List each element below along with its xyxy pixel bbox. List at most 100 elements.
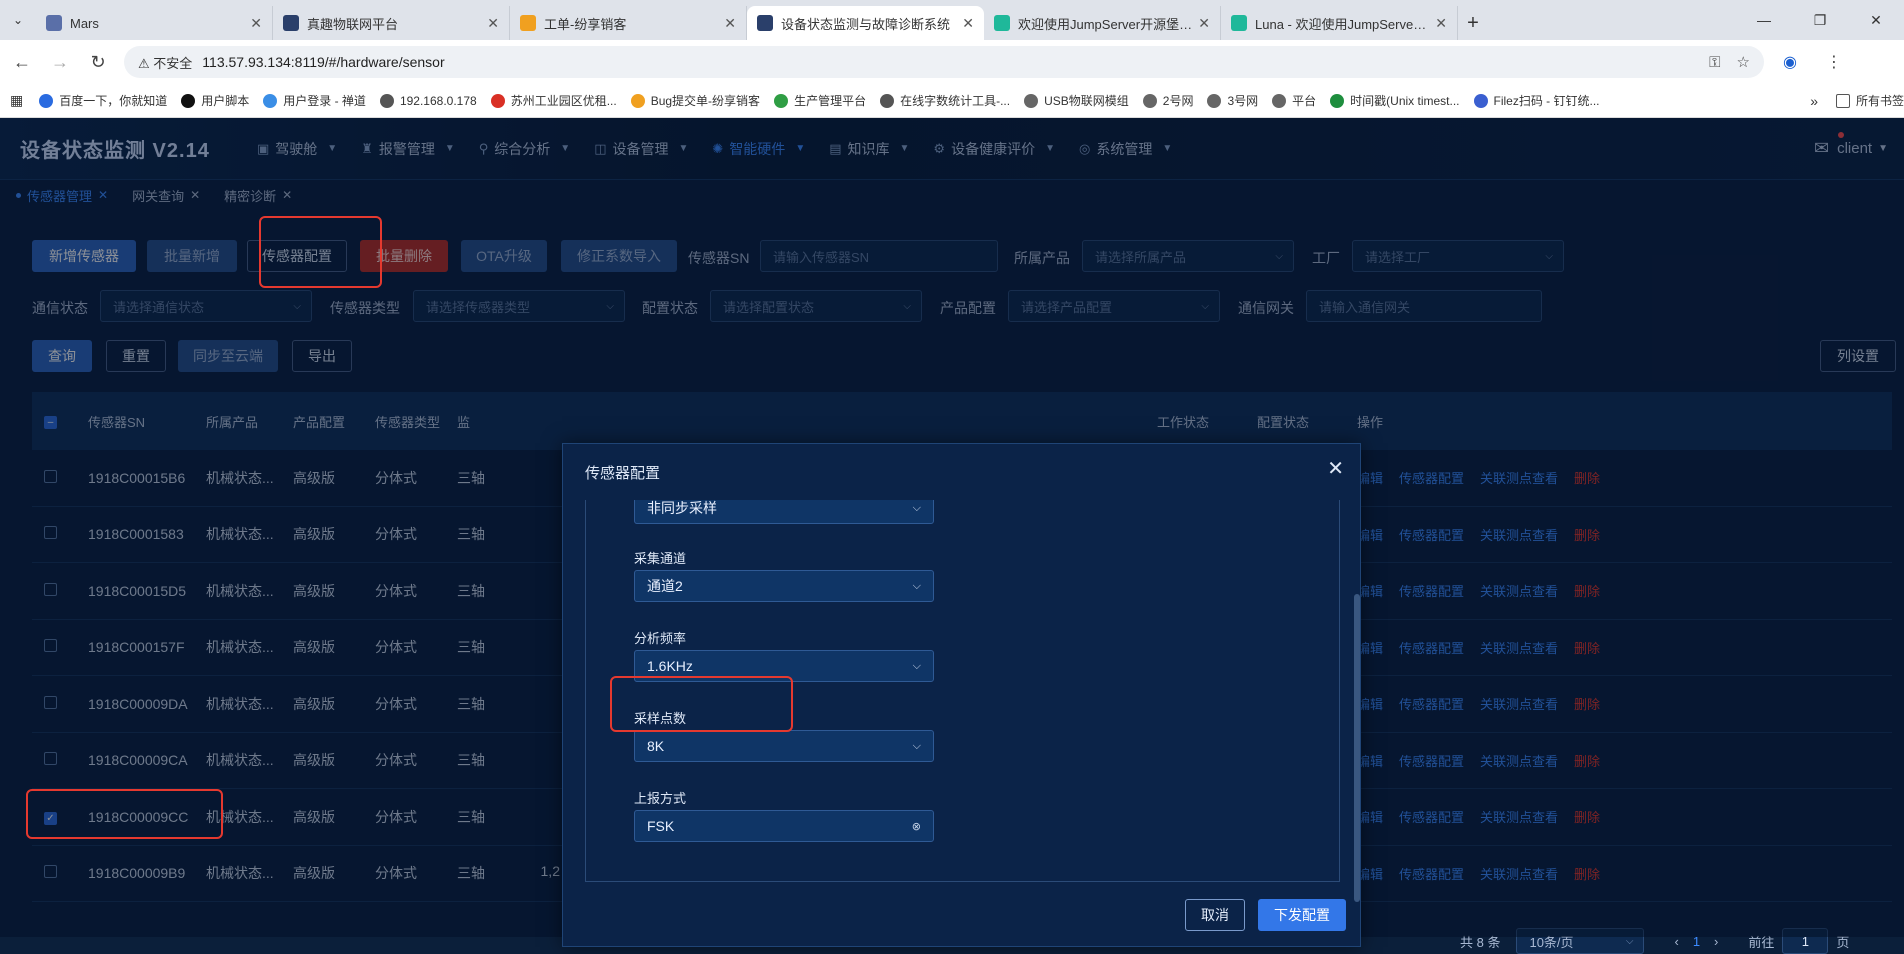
browser-tab[interactable]: 设备状态监测与故障诊断系统 ✕: [747, 6, 984, 40]
app-root: 设备状态监测 V2.14 ▣ 驾驶舱 ▼ ♜ 报警管理 ▼ ⚲ 综合分析 ▼ ◫ 设备管理 ▼ ✺ 智能硬…: [0, 118, 1904, 954]
bookmark-item[interactable]: 苏州工业园区优租...: [490, 92, 617, 109]
submit-config-button[interactable]: 下发配置: [1258, 899, 1346, 931]
password-key-icon[interactable]: ⚿: [1709, 54, 1720, 71]
field-value: 8K: [647, 738, 665, 754]
bookmark-label: 平台: [1292, 94, 1317, 108]
bookmarks-more[interactable]: »: [1810, 93, 1818, 109]
bookmark-favicon-icon: [1330, 93, 1345, 108]
field-value: 1.6KHz: [647, 658, 693, 674]
tab-favicon-icon: [1231, 15, 1247, 31]
dialog-title: 传感器配置: [585, 465, 661, 482]
field-select[interactable]: 通道2 ⌵: [634, 570, 934, 602]
new-tab-button[interactable]: +: [1458, 6, 1488, 40]
tab-title: 设备状态监测与故障诊断系统: [781, 16, 951, 32]
browser-tab-strip: ⌄ Mars ✕ 真趣物联网平台 ✕ 工单-纷享销客 ✕ 设备状态监测与故障诊断系统 ✕ 欢迎使…: [0, 0, 1904, 40]
tab-close-icon[interactable]: ✕: [724, 15, 736, 32]
close-icon[interactable]: ✕: [1327, 456, 1344, 481]
browser-tab[interactable]: Luna - 欢迎使用JumpServer开源 ✕: [1221, 6, 1458, 40]
url-text[interactable]: 113.57.93.134:8119/#/hardware/sensor: [202, 54, 1693, 70]
tab-favicon-icon: [283, 15, 299, 31]
bookmark-item[interactable]: 2号网: [1142, 92, 1194, 109]
bookmark-favicon-icon: [263, 93, 278, 108]
apps-grid-icon[interactable]: ▦: [10, 92, 23, 109]
field-label: 分析频率: [634, 631, 687, 646]
all-bookmarks[interactable]: 所有书签: [1835, 92, 1904, 109]
bookmark-item[interactable]: 在线字数统计工具-...: [880, 92, 1010, 109]
bookmark-label: 时间戳(Unix timest...: [1350, 94, 1460, 108]
reload-icon[interactable]: ↻: [82, 46, 114, 78]
bookmark-item[interactable]: Bug提交单-纷享销客: [630, 92, 761, 109]
browser-tab[interactable]: 欢迎使用JumpServer开源堡垒机 ✕: [984, 6, 1221, 40]
bookmark-star-icon[interactable]: ☆: [1737, 53, 1750, 71]
bookmark-label: 百度一下，你就知道: [59, 94, 168, 108]
bookmark-label: 2号网: [1162, 94, 1194, 108]
field-select[interactable]: 8K ⌵: [634, 730, 934, 762]
tab-favicon-icon: [46, 15, 62, 31]
field-select[interactable]: FSK ⊗: [634, 810, 934, 842]
back-icon[interactable]: ←: [6, 46, 38, 78]
window-controls: — ❐ ✕: [1736, 0, 1904, 40]
bookmark-favicon-icon: [1024, 93, 1039, 108]
field-value: 通道2: [647, 578, 683, 594]
field-label: 采集通道: [634, 551, 687, 566]
bookmark-item[interactable]: 百度一下，你就知道: [39, 92, 167, 109]
close-window-icon[interactable]: ✕: [1848, 0, 1904, 40]
bookmark-favicon-icon: [39, 93, 54, 108]
cancel-button[interactable]: 取消: [1185, 899, 1245, 931]
bookmark-item[interactable]: 时间戳(Unix timest...: [1330, 92, 1460, 109]
minimize-icon[interactable]: —: [1736, 0, 1792, 40]
bookmark-label: 在线字数统计工具-...: [900, 94, 1011, 108]
chevron-down-icon: ⌵: [912, 579, 921, 592]
tab-title: 欢迎使用JumpServer开源堡垒机: [1018, 16, 1193, 32]
field-value: FSK: [647, 818, 675, 834]
bookmark-label: 192.168.0.178: [399, 93, 477, 108]
forward-icon[interactable]: →: [44, 46, 76, 78]
profile-icon[interactable]: ◉: [1772, 52, 1808, 72]
tab-close-icon[interactable]: ✕: [250, 15, 262, 32]
bookmark-favicon-icon: [379, 93, 394, 108]
bookmark-item[interactable]: Filez扫码 - 钉钉统...: [1473, 92, 1600, 109]
tab-favicon-icon: [757, 15, 773, 31]
tab-title: 工单-纷享销客: [544, 16, 627, 32]
tab-close-icon[interactable]: ✕: [1435, 15, 1447, 32]
bookmark-item[interactable]: 生产管理平台: [774, 92, 866, 109]
bookmark-item[interactable]: 用户登录 - 禅道: [263, 92, 366, 109]
browser-tab[interactable]: Mars ✕: [36, 6, 273, 40]
bookmark-label: 用户登录 - 禅道: [283, 94, 366, 108]
tab-close-icon[interactable]: ✕: [1198, 15, 1210, 32]
bookmark-favicon-icon: [490, 93, 505, 108]
tab-close-icon[interactable]: ✕: [962, 15, 974, 32]
tab-search-chevron-icon[interactable]: ⌄: [0, 0, 36, 40]
bookmark-item[interactable]: 用户脚本: [181, 92, 249, 109]
bookmark-item[interactable]: 3号网: [1207, 92, 1258, 109]
tab-title: Mars: [70, 15, 99, 31]
bookmark-favicon-icon: [181, 93, 196, 108]
tab-close-icon[interactable]: ✕: [487, 15, 499, 32]
bookmark-item[interactable]: 平台: [1272, 92, 1316, 109]
bookmark-label: Filez扫码 - 钉钉统...: [1493, 94, 1600, 108]
dialog-scrollbar[interactable]: [1354, 594, 1360, 902]
bookmark-item[interactable]: 192.168.0.178: [379, 92, 477, 109]
field-value: 非同步采样: [647, 500, 717, 516]
bookmark-favicon-icon: [1207, 93, 1222, 108]
highlight-report-mode: [610, 676, 793, 732]
bookmark-favicon-icon: [1473, 93, 1488, 108]
browser-tab[interactable]: 工单-纷享销客 ✕: [510, 6, 747, 40]
omnibox[interactable]: ⚠ 不安全 113.57.93.134:8119/#/hardware/sens…: [124, 46, 1764, 78]
tab-favicon-icon: [520, 15, 536, 31]
menu-kebab-icon[interactable]: ⋮: [1816, 52, 1852, 72]
insecure-badge[interactable]: ⚠ 不安全: [138, 53, 192, 72]
tab-favicon-icon: [994, 15, 1010, 31]
bookmark-label: 3号网: [1227, 94, 1259, 108]
bookmark-label: 苏州工业园区优租...: [510, 94, 617, 108]
browser-tab[interactable]: 真趣物联网平台 ✕: [273, 6, 510, 40]
bookmarks-bar: ▦ 百度一下，你就知道 用户脚本 用户登录 - 禅道 192.168.0.178 苏州工…: [0, 84, 1904, 118]
clear-circle-icon[interactable]: ⊗: [912, 820, 921, 833]
address-bar-row: ← → ↻ ⚠ 不安全 113.57.93.134:8119/#/hardwar…: [0, 40, 1904, 84]
chevron-down-icon: ⌵: [1625, 935, 1634, 947]
field-select[interactable]: 非同步采样 ⌵: [634, 500, 934, 524]
bookmark-favicon-icon: [880, 93, 895, 108]
restore-icon[interactable]: ❐: [1792, 0, 1848, 40]
bookmark-item[interactable]: USB物联网模组: [1024, 92, 1129, 109]
bookmark-label: Bug提交单-纷享销客: [650, 94, 761, 108]
